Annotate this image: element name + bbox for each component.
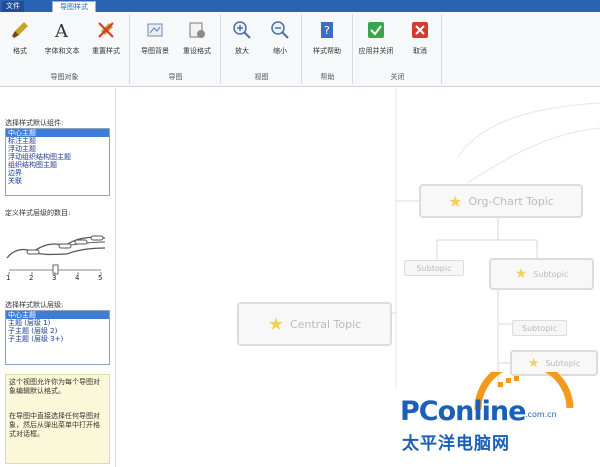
subtopic-node[interactable]: ★ Subtopic (489, 258, 594, 290)
apply-close-button[interactable]: 应用并关闭 (356, 18, 396, 66)
level-label: 选择样式默认层级: (5, 301, 64, 309)
zoom-out-button[interactable]: 缩小 (260, 18, 300, 66)
group-label: 关闭 (390, 73, 405, 81)
hint-box: 这个视图允许你为每个导图对象编辑默认格式。 在导图中直接选择任何导图对象，然后从… (5, 374, 110, 464)
star-icon: ★ (527, 355, 540, 371)
topic-label: Central Topic (289, 317, 362, 331)
subtopic[interactable]: Subtopic (512, 320, 567, 336)
format-button[interactable]: 格式 (0, 18, 40, 66)
group-label: 导图对象 (50, 73, 79, 81)
cancel-button[interactable]: 取消 (400, 18, 440, 66)
zoom-in-icon (233, 21, 251, 39)
list-item[interactable]: 子主题 (层级 2) (6, 327, 109, 335)
list-item[interactable]: 浮动组织结构图主题 (6, 153, 109, 161)
reset-brush-icon (98, 22, 114, 38)
tick-label: 2 (29, 274, 34, 282)
ribbon: 格式 A 字体和文本 重置样式 导图对象 导图背景 重设格式 导图 放大 缩小 … (0, 12, 600, 87)
svg-text:?: ? (324, 24, 330, 37)
topic-label: Org-Chart Topic (468, 194, 554, 208)
close-icon (412, 22, 428, 38)
tick-label: 4 (75, 274, 80, 282)
tick-label: 3 (52, 274, 57, 282)
levels-slider[interactable]: 1 2 3 4 5 (5, 224, 110, 282)
svg-text:A: A (54, 21, 69, 40)
list-item[interactable]: 子主题 (层级 3+) (6, 335, 109, 343)
star-icon: ★ (267, 313, 284, 335)
tab-map-style[interactable]: 导图样式 (52, 1, 96, 12)
components-label: 选择样式默认组件: (5, 119, 64, 127)
tick-label: 1 (6, 274, 11, 282)
brush-icon (12, 22, 28, 38)
pconline-watermark: PConline .com.cn 太平洋电脑网 (400, 372, 600, 467)
group-label: 导图 (168, 73, 183, 81)
list-item[interactable]: 中心主题 (6, 311, 109, 319)
topic-label: Subtopic (545, 358, 581, 368)
list-item[interactable]: 边界 (6, 169, 109, 177)
list-item[interactable]: 中心主题 (6, 129, 109, 137)
components-list[interactable]: 中心主题 标注主题 浮动主题 浮动组织结构图主题 组织结构图主题 边界 关联 (5, 128, 110, 196)
star-icon: ★ (514, 266, 528, 282)
ribbon-tab-bar: 文件 导图样式 (0, 0, 600, 12)
tab-file[interactable]: 文件 (2, 1, 24, 12)
group-view: 放大 缩小 视图 (222, 14, 302, 84)
style-help-button[interactable]: ? 样式帮助 (307, 18, 347, 66)
brand-cn: 太平洋电脑网 (402, 434, 510, 454)
list-item[interactable]: 组织结构图主题 (6, 161, 109, 169)
list-item[interactable]: 主题 (层级 1) (6, 319, 109, 327)
central-topic[interactable]: ★ Central Topic (237, 302, 392, 346)
reformat-button[interactable]: 重设格式 (177, 18, 217, 66)
brand-text: PConline (400, 396, 526, 427)
topic-label: Subtopic (533, 269, 569, 279)
group-help: ? 样式帮助 帮助 (303, 14, 353, 84)
brand-domain: .com.cn (525, 410, 557, 419)
levels-list[interactable]: 中心主题 主题 (层级 1) 子主题 (层级 2) 子主题 (层级 3+) (5, 310, 110, 365)
list-item[interactable]: 标注主题 (6, 137, 109, 145)
org-chart-topic[interactable]: ★ Org-Chart Topic (419, 184, 583, 218)
hint-text: 在导图中直接选择任何导图对象，然后从弹出菜单中打开格式对话框。 (9, 412, 100, 438)
check-icon (368, 22, 384, 38)
gear-icon (189, 22, 205, 38)
map-background-button[interactable]: 导图背景 (135, 18, 175, 66)
zoom-out-icon (271, 21, 289, 39)
levels-label: 定义样式层级的数目: (5, 209, 71, 217)
star-icon: ★ (448, 191, 463, 211)
style-panel: 选择样式默认组件: 中心主题 标注主题 浮动主题 浮动组织结构图主题 组织结构图… (0, 88, 116, 467)
zoom-in-button[interactable]: 放大 (222, 18, 262, 66)
hint-text: 这个视图允许你为每个导图对象编辑默认格式。 (9, 378, 100, 395)
group-map-objects: 格式 A 字体和文本 重置样式 导图对象 (0, 14, 130, 84)
group-label: 帮助 (320, 73, 335, 81)
group-close: 应用并关闭 取消 关闭 (354, 14, 442, 84)
group-map: 导图背景 重设格式 导图 (131, 14, 221, 84)
background-icon (147, 23, 163, 37)
subtopic[interactable]: Subtopic (404, 260, 464, 276)
group-label: 视图 (254, 73, 269, 81)
list-item[interactable]: 关联 (6, 177, 109, 185)
font-text-button[interactable]: A 字体和文本 (42, 18, 82, 66)
tick-label: 5 (98, 274, 103, 282)
level-preview-graphic (6, 235, 106, 275)
help-book-icon: ? (321, 22, 333, 38)
reset-style-button[interactable]: 重置样式 (86, 18, 126, 66)
list-item[interactable]: 浮动主题 (6, 145, 109, 153)
font-icon: A (54, 21, 69, 40)
